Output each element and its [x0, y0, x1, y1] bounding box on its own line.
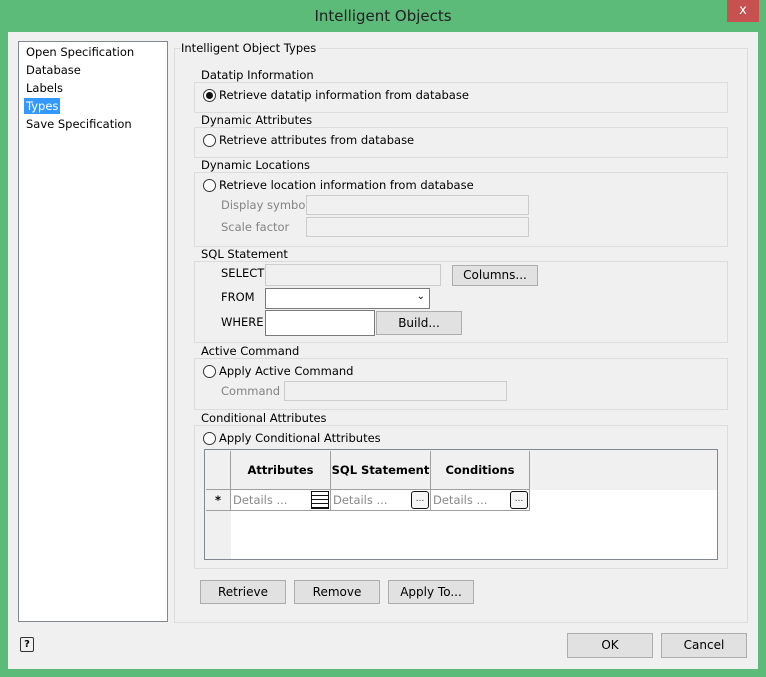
radio-icon: [203, 133, 216, 147]
conditional-attributes-title: Conditional Attributes: [201, 411, 330, 425]
datatip-title: Datatip Information: [201, 68, 317, 82]
column-header-sql-statement[interactable]: SQL Statement: [331, 451, 431, 490]
dynamic-attributes-title: Dynamic Attributes: [201, 113, 316, 127]
close-button[interactable]: x: [727, 0, 759, 22]
from-label: FROM: [221, 290, 255, 304]
from-select[interactable]: ⌄: [265, 288, 430, 309]
chevron-down-icon: ⌄: [416, 291, 425, 302]
radio-label: Apply Active Command: [219, 364, 354, 378]
cell-text: Details ...: [233, 493, 288, 507]
where-input[interactable]: [265, 310, 375, 336]
grid-row-fill: [530, 490, 717, 511]
conditions-grid[interactable]: Attributes SQL Statement Conditions * De…: [204, 449, 718, 560]
cell-attributes[interactable]: Details ...: [231, 490, 331, 511]
command-label: Command: [221, 384, 281, 398]
dynamic-locations-title: Dynamic Locations: [201, 158, 314, 172]
radio-icon: [203, 88, 216, 102]
scale-factor-label: Scale factor: [221, 220, 290, 234]
cell-text: Details ...: [333, 493, 388, 507]
select-label: SELECT: [221, 266, 265, 280]
new-row-marker: *: [206, 490, 231, 511]
cell-conditions[interactable]: Details ......: [431, 490, 530, 511]
apply-to-button[interactable]: Apply To...: [388, 580, 474, 604]
radio-label: Retrieve attributes from database: [219, 133, 415, 147]
scale-factor-input[interactable]: [306, 217, 529, 237]
cancel-button[interactable]: Cancel: [661, 633, 747, 658]
nav-item-open-specification[interactable]: Open Specification: [24, 44, 136, 60]
ok-button[interactable]: OK: [567, 633, 653, 658]
grid-empty-area: [231, 511, 717, 559]
help-icon[interactable]: ?: [20, 637, 34, 652]
radio-label: Retrieve datatip information from databa…: [219, 88, 469, 102]
grid-corner: [206, 451, 231, 490]
conditional-attributes-radio[interactable]: Apply Conditional Attributes: [203, 431, 381, 445]
select-input[interactable]: [265, 264, 441, 286]
ellipsis-button[interactable]: ...: [510, 491, 528, 509]
cell-text: Details ...: [433, 493, 488, 507]
dynamic-attributes-radio[interactable]: Retrieve attributes from database: [203, 133, 414, 147]
window-title: Intelligent Objects: [314, 7, 452, 25]
active-command-title: Active Command: [201, 344, 303, 358]
nav-list[interactable]: Open Specification Database Labels Types…: [18, 41, 168, 622]
list-icon[interactable]: [311, 491, 329, 509]
display-symbol-label: Display symbol: [221, 198, 309, 212]
retrieve-button[interactable]: Retrieve: [200, 580, 286, 604]
nav-item-types[interactable]: Types: [24, 98, 61, 114]
radio-label: Apply Conditional Attributes: [219, 431, 381, 445]
sql-title: SQL Statement: [201, 247, 291, 261]
build-button[interactable]: Build...: [376, 311, 462, 335]
ellipsis-button[interactable]: ...: [411, 491, 429, 509]
where-label: WHERE: [221, 315, 264, 329]
nav-item-database[interactable]: Database: [24, 62, 83, 78]
radio-icon: [203, 178, 216, 192]
display-symbol-input[interactable]: [306, 195, 529, 215]
radio-icon: [203, 364, 216, 378]
columns-button[interactable]: Columns...: [452, 265, 538, 286]
command-input[interactable]: [284, 381, 507, 401]
active-command-radio[interactable]: Apply Active Command: [203, 364, 353, 378]
types-group-title: Intelligent Object Types: [181, 41, 320, 55]
column-header-attributes[interactable]: Attributes: [231, 451, 331, 490]
nav-item-save-specification[interactable]: Save Specification: [24, 116, 134, 132]
remove-button[interactable]: Remove: [294, 580, 380, 604]
dynamic-locations-radio[interactable]: Retrieve location information from datab…: [203, 178, 474, 192]
datatip-radio[interactable]: Retrieve datatip information from databa…: [203, 88, 469, 102]
cell-sql-statement[interactable]: Details ......: [331, 490, 431, 511]
nav-item-labels[interactable]: Labels: [24, 80, 65, 96]
radio-icon: [203, 431, 216, 445]
column-header-conditions[interactable]: Conditions: [431, 451, 530, 490]
radio-label: Retrieve location information from datab…: [219, 178, 474, 192]
